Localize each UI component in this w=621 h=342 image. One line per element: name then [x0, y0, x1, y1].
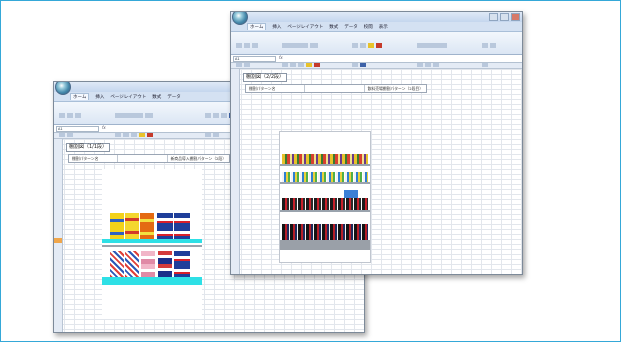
number-group: [416, 34, 448, 67]
header-cell-pattern-name: 新商品導入棚割パターン（2段）: [170, 156, 227, 161]
ribbon-tabs: ホーム 挿入 ページレイアウト 数式 データ 校閲 表示: [231, 22, 522, 32]
product-facing: [158, 251, 172, 277]
tab-page-layout[interactable]: ページレイアウト: [110, 94, 146, 100]
align-left-icon[interactable]: [205, 113, 211, 118]
align-center-icon[interactable]: [360, 43, 366, 48]
formula-bar: A1 fx: [231, 55, 522, 63]
tab-formulas[interactable]: 数式: [329, 24, 338, 30]
row-headers: [54, 139, 63, 332]
fx-icon[interactable]: fx: [102, 125, 106, 130]
header-row: 棚割パターン名 新商品導入棚割パターン（2段）: [68, 154, 230, 163]
header-row: 棚割パターン名 飲料売場棚割パターン（2段目）: [245, 84, 427, 93]
delete-cells-icon[interactable]: [490, 43, 496, 48]
shelf-divider: [280, 210, 370, 212]
product-row: [282, 198, 368, 210]
product-facing: [110, 213, 124, 239]
shelf-divider: [102, 245, 202, 247]
maximize-icon[interactable]: [500, 13, 509, 21]
planogram-area: [279, 131, 371, 263]
tab-review[interactable]: 校閲: [364, 24, 373, 30]
row-headers: [231, 69, 240, 274]
name-box[interactable]: A1: [233, 56, 276, 62]
product-facing: [141, 251, 155, 277]
header-cell-pattern-label: 棚割パターン名: [69, 155, 119, 162]
header-cell-empty: [118, 155, 168, 162]
text-color-icon[interactable]: [376, 43, 382, 48]
header-cell-pattern-name: 飲料売場棚割パターン（2段目）: [367, 86, 424, 91]
product-facing: [140, 213, 154, 239]
sheet-title: 棚割図（2/2段）: [243, 73, 288, 82]
product-facing: [125, 213, 139, 239]
number-format-select[interactable]: [417, 43, 447, 48]
tab-insert[interactable]: 挿入: [95, 94, 104, 100]
copy-icon[interactable]: [252, 43, 258, 48]
illustration-frame: ホーム 挿入 ページレイアウト 数式 データ A1 fx 棚割図（1/1段） 棚…: [0, 0, 621, 342]
fx-icon[interactable]: fx: [279, 55, 283, 60]
product-facing: [174, 251, 190, 277]
tab-home[interactable]: ホーム: [70, 93, 90, 100]
clipboard-group: [235, 34, 259, 67]
minimize-icon[interactable]: [489, 13, 498, 21]
highlight-icon[interactable]: [368, 43, 374, 48]
window-controls: [489, 13, 520, 21]
paste-icon[interactable]: [236, 43, 242, 48]
product-facing: [157, 213, 173, 239]
tab-data[interactable]: データ: [167, 94, 181, 100]
product-facing: [174, 213, 190, 239]
font-group: [281, 34, 321, 67]
name-box[interactable]: A1: [56, 126, 99, 132]
align-right-icon[interactable]: [221, 113, 227, 118]
sheet-title: 棚割図（1/1段）: [66, 143, 111, 152]
product-row: [282, 172, 368, 182]
align-center-icon[interactable]: [213, 113, 219, 118]
worksheet-grid[interactable]: 棚割図（2/2段） 棚割パターン名 飲料売場棚割パターン（2段目）: [231, 69, 522, 274]
product-facing: [344, 190, 358, 198]
excel-window-front[interactable]: ホーム 挿入 ページレイアウト 数式 データ 校閲 表示 A1 fx 棚割図（2…: [230, 11, 523, 275]
product-row: [282, 154, 368, 164]
product-facing: [125, 251, 139, 277]
cells-group: [481, 34, 497, 67]
shelf-divider: [280, 182, 370, 184]
header-cell-pattern-label: 棚割パターン名: [246, 85, 306, 92]
cut-icon[interactable]: [244, 43, 250, 48]
shelf-base: [280, 240, 370, 250]
clipboard-group: [58, 104, 82, 137]
header-cell-empty: [305, 85, 365, 92]
font-size-select[interactable]: [310, 43, 318, 48]
font-size-select[interactable]: [145, 113, 153, 118]
shelf-divider: [280, 164, 370, 166]
alignment-group: [351, 34, 383, 67]
tab-view[interactable]: 表示: [379, 24, 388, 30]
tab-data[interactable]: データ: [344, 24, 358, 30]
tab-formulas[interactable]: 数式: [152, 94, 161, 100]
paste-icon[interactable]: [59, 113, 65, 118]
font-group: [114, 104, 154, 137]
product-row: [282, 224, 368, 240]
tab-insert[interactable]: 挿入: [272, 24, 281, 30]
ribbon: [231, 32, 522, 67]
insert-cells-icon[interactable]: [482, 43, 488, 48]
align-left-icon[interactable]: [352, 43, 358, 48]
shelf-band: [102, 277, 202, 285]
selected-row-marker: [54, 238, 62, 243]
shelf-band: [102, 239, 202, 243]
cut-icon[interactable]: [67, 113, 73, 118]
tab-page-layout[interactable]: ページレイアウト: [287, 24, 323, 30]
tab-home[interactable]: ホーム: [247, 23, 267, 30]
copy-icon[interactable]: [75, 113, 81, 118]
product-facing: [110, 251, 124, 277]
planogram-area: [102, 169, 202, 319]
title-bar: [231, 12, 522, 25]
close-icon[interactable]: [511, 13, 520, 21]
font-name-select[interactable]: [115, 113, 143, 118]
font-name-select[interactable]: [282, 43, 308, 48]
